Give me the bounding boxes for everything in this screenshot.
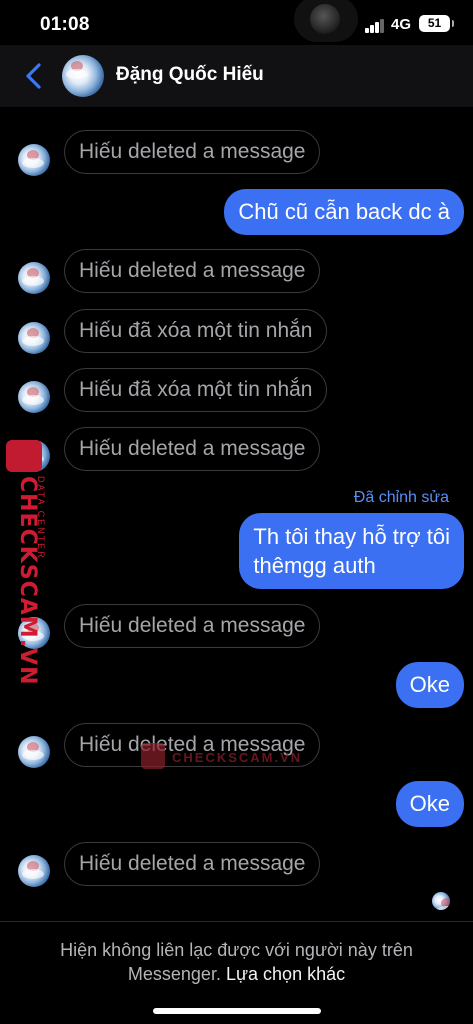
avatar[interactable] [18, 381, 50, 413]
deleted-message[interactable]: Hiếu deleted a message [64, 604, 321, 648]
sent-message[interactable]: Th tôi thay hỗ trợ tôi thêmgg auth [239, 513, 464, 589]
contact-name[interactable]: Đặng Quốc Hiếu [116, 64, 264, 86]
watermark-center: CHECKSCAM.VN [172, 750, 303, 765]
deleted-message[interactable]: Hiếu đã xóa một tin nhắn [64, 309, 328, 353]
sent-message[interactable]: Oke [395, 781, 464, 827]
watermark-sub: DATA CENTER [36, 476, 46, 560]
network-label: 4G [391, 16, 412, 33]
contact-avatar[interactable] [62, 55, 104, 97]
avatar[interactable] [18, 736, 50, 768]
lock-icon [6, 440, 42, 472]
notice-line2: Messenger. Lựa chọn khác [0, 962, 473, 986]
signal-icon [365, 19, 385, 33]
message-line: Th tôi thay hỗ trợ tôi [253, 524, 450, 549]
unavailable-notice: Hiện không liên lạc được với người này t… [0, 938, 473, 986]
other-options-link[interactable]: Lựa chọn khác [226, 964, 345, 984]
camera-icon [310, 4, 340, 34]
avatar[interactable] [18, 855, 50, 887]
deleted-message[interactable]: Hiếu deleted a message [64, 427, 321, 471]
watermark-vertical: CHECKSCAM.VN DATA CENTER [6, 440, 46, 685]
read-receipt-avatar [432, 892, 450, 910]
sent-message[interactable]: Chũ cũ cẫn back dc à [224, 189, 464, 235]
chat-header: Đặng Quốc Hiếu [0, 45, 473, 107]
dynamic-island [294, 0, 358, 42]
divider [0, 921, 473, 922]
edited-label: Đã chỉnh sửa [353, 489, 449, 506]
deleted-message[interactable]: Hiếu deleted a message [64, 842, 321, 886]
home-indicator[interactable] [153, 1008, 321, 1014]
status-time: 01:08 [40, 14, 90, 35]
deleted-message[interactable]: Hiếu đã xóa một tin nhắn [64, 368, 328, 412]
lock-icon [141, 743, 165, 769]
notice-line1: Hiện không liên lạc được với người này t… [60, 940, 413, 960]
deleted-message[interactable]: Hiếu deleted a message [64, 130, 321, 174]
back-chevron-icon[interactable] [20, 61, 48, 91]
notice-messenger: Messenger. [127, 964, 221, 984]
deleted-message[interactable]: Hiếu deleted a message [64, 249, 321, 293]
avatar[interactable] [18, 144, 50, 176]
avatar[interactable] [18, 322, 50, 354]
message-line: thêmgg auth [253, 553, 376, 578]
battery-icon: 51 [419, 15, 454, 32]
sent-message[interactable]: Oke [395, 662, 464, 708]
avatar[interactable] [18, 262, 50, 294]
